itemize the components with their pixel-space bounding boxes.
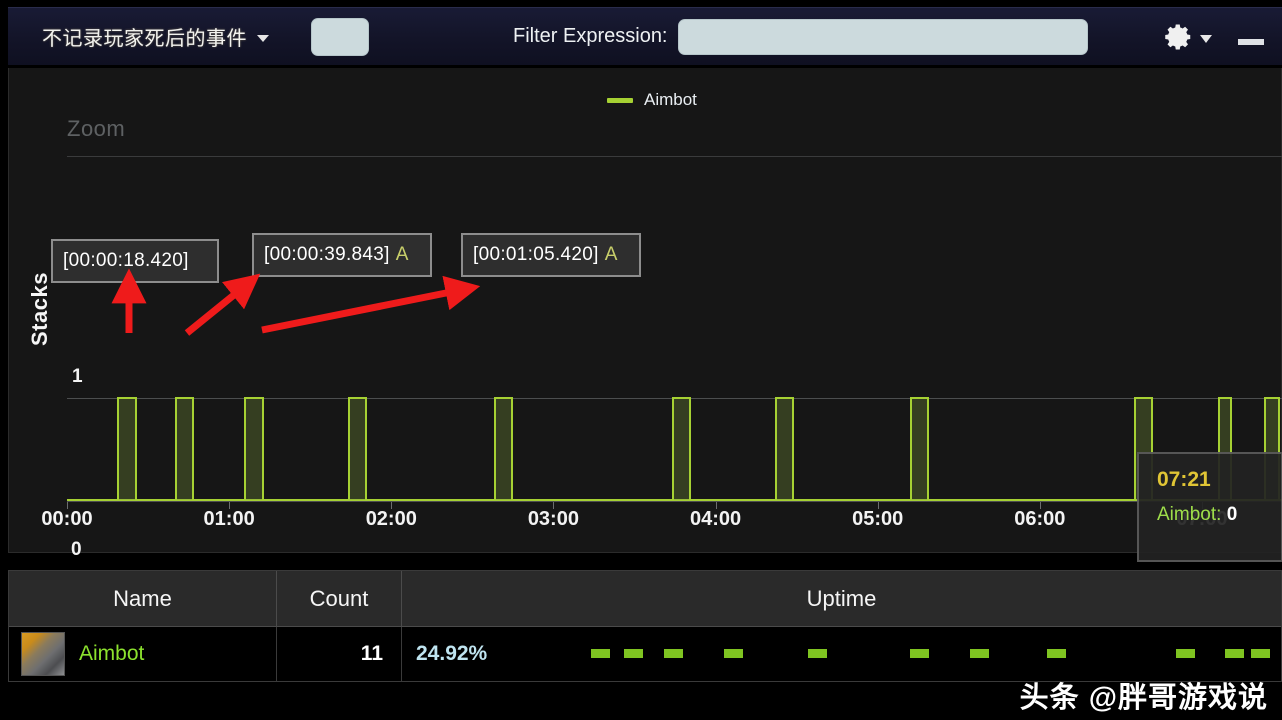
event-filter-dropdown-label: 不记录玩家死后的事件 <box>42 28 247 50</box>
uptime-segment <box>723 649 743 658</box>
toolbar: 不记录玩家死后的事件 Filter Expression: <box>8 7 1282 65</box>
legend-swatch-aimbot <box>607 97 633 103</box>
y-axis-tick-0: 0 <box>71 539 82 560</box>
gear-icon[interactable] <box>1164 22 1194 52</box>
cell-name-label: Aimbot <box>79 642 145 665</box>
timestamp-callout-2-suffix: A <box>395 244 409 265</box>
chart-pulse <box>774 397 794 500</box>
uptime-segment <box>1224 649 1244 658</box>
tooltip-series: Aimbot: 0 <box>1157 504 1281 526</box>
x-axis-tick-label: 03:00 <box>527 508 579 530</box>
watermark: 头条 @胖哥游戏说 <box>1019 682 1268 714</box>
tooltip-time: 07:21 <box>1157 468 1211 491</box>
tooltip-series-label: Aimbot: <box>1157 504 1222 525</box>
timestamp-callout-3-suffix: A <box>604 244 618 265</box>
cell-name: Aimbot <box>9 627 277 681</box>
table-row[interactable]: Aimbot 11 24.92% <box>9 627 1281 681</box>
y-axis-title: Stacks <box>27 272 52 346</box>
chart-pulse <box>348 397 367 500</box>
chevron-down-icon <box>257 34 269 42</box>
uptime-segment <box>1176 649 1196 658</box>
zoom-label[interactable]: Zoom <box>67 116 125 142</box>
uptime-segment <box>910 649 930 658</box>
chart-pulse <box>116 397 138 500</box>
uptime-segment <box>663 649 683 658</box>
chart-pulse <box>243 397 265 500</box>
arrow-2 <box>184 273 261 336</box>
cell-uptime-percent: 24.92% <box>416 642 488 665</box>
filter-expression-input[interactable] <box>677 18 1088 55</box>
cell-count: 11 <box>277 627 402 681</box>
timestamp-callout-3: [00:01:05.420] A <box>461 233 641 277</box>
aimbot-thumbnail-icon <box>21 632 65 676</box>
timestamp-callout-1: [00:00:18.420] <box>51 239 219 283</box>
column-header-uptime[interactable]: Uptime <box>402 571 1281 626</box>
minimize-icon[interactable] <box>1238 38 1264 45</box>
timestamp-callout-1-text: [00:00:18.420] <box>63 250 189 271</box>
chart-pulse <box>910 397 929 500</box>
x-axis-tick-label: 00:00 <box>41 508 93 530</box>
toolbar-right-controls <box>1164 22 1282 52</box>
column-header-name[interactable]: Name <box>9 571 277 626</box>
timestamp-callout-2-text: [00:00:39.843] <box>264 244 390 265</box>
chart-pulse <box>672 397 692 500</box>
x-axis-tick-label: 02:00 <box>365 508 417 530</box>
app-root: 不记录玩家死后的事件 Filter Expression: Aimbot Zoo… <box>0 0 1282 720</box>
x-axis-tick-label: 01:00 <box>203 508 255 530</box>
filter-expression-label: Filter Expression: <box>513 25 668 47</box>
timestamp-callout-2: [00:00:39.843] A <box>252 233 432 277</box>
plot-area[interactable] <box>67 328 1282 501</box>
x-axis-tick-label: 05:00 <box>852 508 904 530</box>
arrow-3 <box>261 275 481 334</box>
gear-chevron-down-icon[interactable] <box>1200 35 1212 43</box>
x-axis-tick-label: 06:00 <box>1014 508 1066 530</box>
uptime-segment <box>1047 649 1067 658</box>
legend-label-aimbot: Aimbot <box>644 90 697 109</box>
cell-uptime: 24.92% <box>402 627 1281 681</box>
chart-pulse <box>174 397 194 500</box>
uptime-segment <box>807 649 827 658</box>
table-header-row: Name Count Uptime <box>9 571 1281 627</box>
timestamp-callout-3-text: [00:01:05.420] <box>473 244 599 265</box>
chart-pulse <box>493 397 513 500</box>
zoom-divider <box>67 156 1282 157</box>
event-filter-dropdown[interactable]: 不记录玩家死后的事件 <box>42 22 269 51</box>
uptime-segment <box>623 649 643 658</box>
chart-legend: Aimbot <box>607 90 697 110</box>
uptime-segment <box>1251 649 1271 658</box>
column-header-count[interactable]: Count <box>277 571 402 626</box>
blank-field-button[interactable] <box>311 17 369 56</box>
cell-count-value: 11 <box>360 642 383 665</box>
x-axis-tick-label: 04:00 <box>689 508 742 530</box>
tooltip-series-value: 0 <box>1226 504 1238 525</box>
chart-tooltip: 07:21 Aimbot: 0 <box>1137 452 1282 562</box>
stats-table: Name Count Uptime Aimbot 11 24.92% <box>8 570 1282 682</box>
uptime-segment <box>590 649 610 658</box>
chart-panel: Aimbot Zoom Stacks 1 0 00:00 01:00 02:00 03… <box>8 68 1282 562</box>
uptime-segment <box>969 649 989 658</box>
